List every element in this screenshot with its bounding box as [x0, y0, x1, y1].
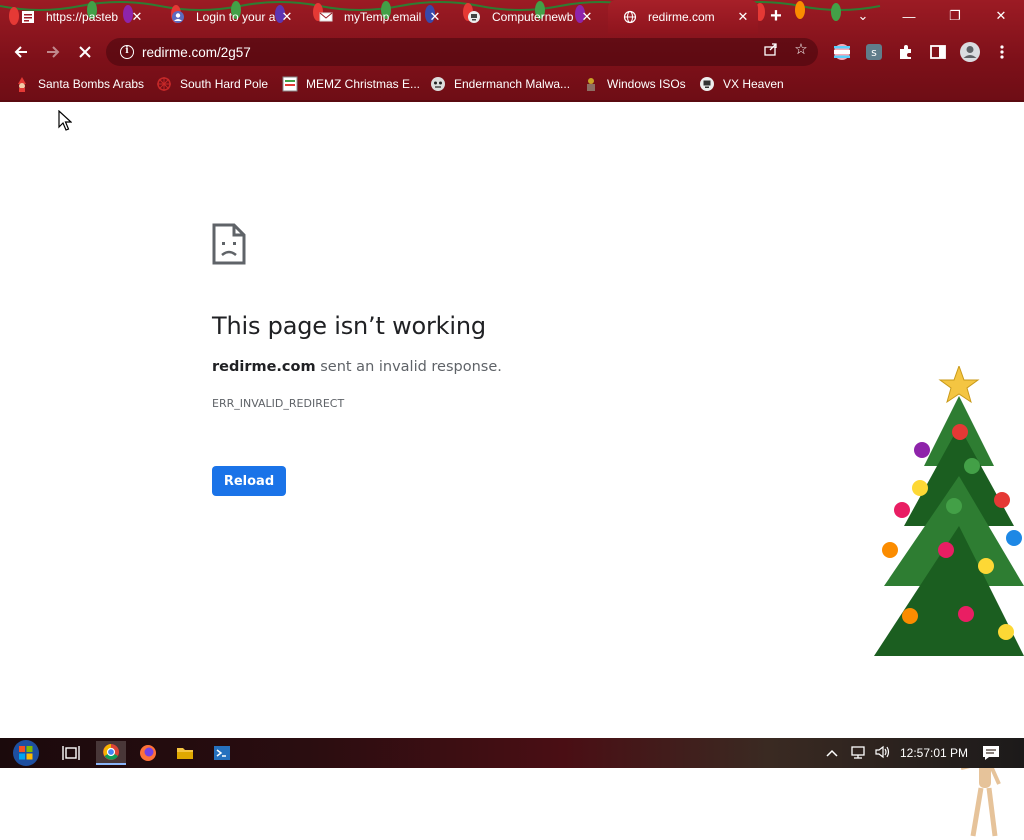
site-info-icon[interactable]: i: [120, 45, 134, 59]
close-tab-icon[interactable]: ✕: [736, 10, 750, 24]
bookmark-windows-isos[interactable]: Windows ISOs: [583, 74, 686, 94]
new-tab-button[interactable]: +: [766, 6, 786, 27]
profile-avatar-icon[interactable]: [959, 41, 981, 63]
bookmark-label: South Hard Pole: [180, 77, 269, 91]
bookmark-label: MEMZ Christmas E...: [306, 77, 421, 91]
sad-page-icon: [212, 223, 246, 265]
close-tab-icon[interactable]: ✕: [280, 10, 294, 24]
restore-button[interactable]: ❐: [932, 0, 978, 32]
notifications-icon: [983, 746, 999, 760]
taskbar-firefox[interactable]: [133, 741, 163, 765]
close-tab-icon[interactable]: ✕: [130, 10, 144, 24]
browser-chrome: https://pasteb ✕ Login to your a ✕ myTem…: [0, 0, 1024, 102]
globe-icon: [622, 9, 638, 25]
memz-icon: [282, 76, 298, 92]
system-tray: 12:57:01 PM: [826, 738, 968, 768]
firefox-icon: [140, 745, 156, 761]
bookmark-endermanch[interactable]: Endermanch Malwa...: [430, 74, 570, 94]
tab-mytemp[interactable]: myTemp.email ✕: [318, 0, 450, 34]
stop-icon: [79, 46, 91, 58]
reload-button[interactable]: Reload: [212, 466, 286, 496]
bookmark-label: Endermanch Malwa...: [454, 77, 571, 91]
computernewb-icon: [466, 9, 482, 25]
browser-toolbar: i redirme.com/2g57 ☆ s: [0, 34, 1024, 70]
address-bar[interactable]: i redirme.com/2g57: [106, 38, 818, 66]
mouse-cursor-icon: [58, 110, 72, 131]
pastebin-icon: [20, 9, 36, 25]
share-icon[interactable]: [762, 40, 780, 58]
clock[interactable]: 12:57:01 PM: [900, 746, 968, 760]
tab-pastebin[interactable]: https://pasteb ✕: [20, 0, 152, 34]
close-tab-icon[interactable]: ✕: [428, 10, 442, 24]
error-page: This page isn’t working redirme.com sent…: [0, 102, 1024, 837]
windows-taskbar: 12:57:01 PM: [0, 738, 1024, 768]
santa-icon: [14, 76, 30, 92]
menu-kebab-icon[interactable]: [991, 41, 1013, 63]
task-view-button[interactable]: [56, 741, 86, 765]
tab-title: Computernewb: [492, 10, 574, 24]
endermanch-icon: [430, 76, 446, 92]
tab-search-button[interactable]: ⌄: [840, 0, 886, 32]
bookmark-star-icon[interactable]: ☆: [792, 40, 810, 58]
bookmark-label: Santa Bombs Arabs: [38, 77, 145, 91]
vx-heaven-icon: [699, 76, 715, 92]
tab-title: https://pasteb: [46, 10, 119, 24]
tab-title: myTemp.email: [344, 10, 422, 24]
extensions-puzzle-icon[interactable]: [895, 41, 917, 63]
powershell-icon: [214, 746, 230, 760]
network-icon[interactable]: [850, 745, 866, 762]
show-hidden-icons-icon[interactable]: [826, 746, 838, 760]
tab-title: redirme.com: [648, 10, 715, 24]
chrome-icon: [103, 744, 119, 760]
error-description-text: sent an invalid response.: [315, 359, 502, 375]
forward-button[interactable]: [40, 39, 66, 65]
action-center-button[interactable]: [982, 738, 1000, 768]
close-window-button[interactable]: ✕: [978, 0, 1024, 32]
volume-icon[interactable]: [874, 745, 890, 762]
minimize-button[interactable]: —: [886, 0, 932, 32]
bookmark-south-hard-pole[interactable]: South Hard Pole: [156, 74, 268, 94]
christmas-tree-image: [874, 366, 1024, 656]
bookmark-memz-christmas[interactable]: MEMZ Christmas E...: [282, 74, 420, 94]
forward-arrow-icon: [47, 46, 60, 58]
login-icon: [170, 9, 186, 25]
bookmark-label: Windows ISOs: [607, 77, 686, 91]
windows-start-icon: [13, 740, 39, 766]
tab-redirme-active[interactable]: redirme.com ✕: [608, 0, 758, 34]
bookmark-label: VX Heaven: [723, 77, 784, 91]
mytemp-icon: [318, 9, 334, 25]
error-description: redirme.com sent an invalid response.: [212, 359, 502, 375]
start-button[interactable]: [8, 738, 44, 768]
windows-iso-icon: [583, 76, 599, 92]
tab-strip: https://pasteb ✕ Login to your a ✕ myTem…: [0, 0, 1024, 34]
task-view-icon: [62, 746, 80, 760]
error-title: This page isn’t working: [212, 312, 486, 340]
bookmarks-bar: Santa Bombs Arabs South Hard Pole MEMZ C…: [0, 70, 1024, 98]
bookmark-santa-bombs-arabs[interactable]: Santa Bombs Arabs: [14, 74, 144, 94]
tab-login[interactable]: Login to your a ✕: [170, 0, 302, 34]
tab-title: Login to your a: [196, 10, 276, 24]
snowflake-icon: [156, 76, 172, 92]
svg-text:s: s: [871, 46, 877, 59]
back-arrow-icon: [14, 46, 27, 58]
taskbar-powershell[interactable]: [207, 741, 237, 765]
back-button[interactable]: [8, 39, 34, 65]
address-url: redirme.com/2g57: [142, 44, 251, 60]
error-code: ERR_INVALID_REDIRECT: [212, 397, 345, 410]
bookmark-vx-heaven[interactable]: VX Heaven: [699, 74, 784, 94]
stop-loading-button[interactable]: [72, 39, 98, 65]
profile-flag-icon[interactable]: [831, 41, 853, 63]
error-domain: redirme.com: [212, 359, 316, 375]
s-extension-icon[interactable]: s: [863, 41, 885, 63]
taskbar-chrome[interactable]: [96, 741, 126, 765]
tab-computernewb[interactable]: Computernewb ✕: [466, 0, 602, 34]
side-panel-icon[interactable]: [927, 41, 949, 63]
file-explorer-icon: [177, 748, 193, 759]
taskbar-file-explorer[interactable]: [170, 741, 200, 765]
close-tab-icon[interactable]: ✕: [580, 10, 594, 24]
